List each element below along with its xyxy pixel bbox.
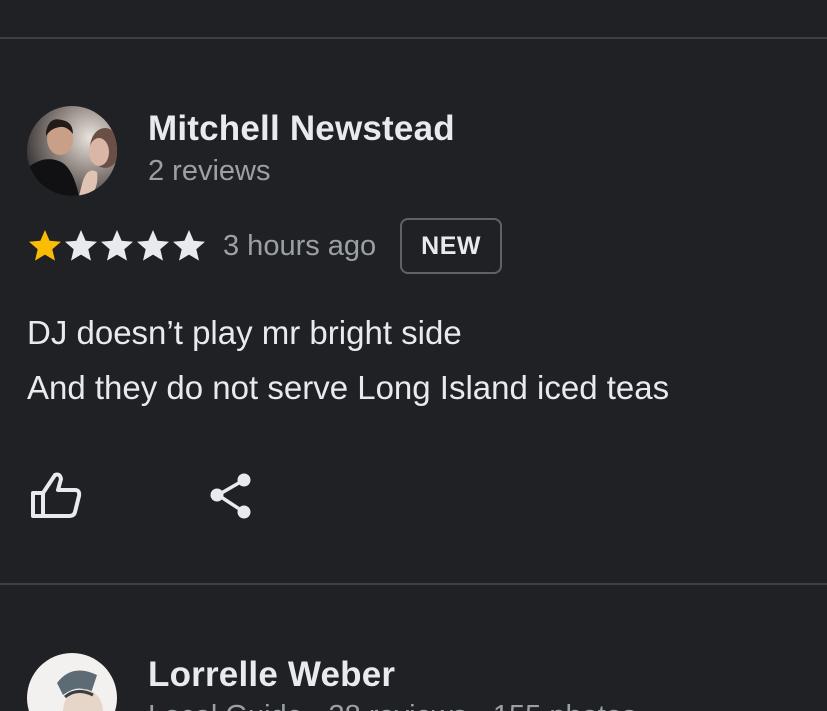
review-text: DJ doesn’t play mr bright side And they … — [27, 305, 669, 415]
avatar-photo — [27, 653, 117, 711]
rating-row: 3 hours ago NEW — [27, 218, 502, 274]
reviewer-avatar[interactable] — [27, 106, 117, 196]
review-text-line: And they do not serve Long Island iced t… — [27, 369, 670, 406]
new-badge: NEW — [400, 218, 502, 274]
star-empty-icon — [101, 230, 133, 261]
share-icon[interactable] — [208, 472, 254, 520]
star-empty-icon — [65, 230, 97, 261]
reviewer-name[interactable]: Mitchell Newstead — [148, 109, 455, 149]
star-filled-icon — [29, 230, 61, 261]
reviewer-avatar[interactable] — [27, 653, 117, 711]
reviewer-name[interactable]: Lorrelle Weber — [148, 655, 395, 695]
star-empty-icon — [137, 230, 169, 261]
review-time: 3 hours ago — [223, 229, 377, 262]
divider-top — [0, 37, 827, 39]
reviewer-meta: Local Guide · 38 reviews · 155 photos — [148, 700, 636, 711]
review-text-line: DJ doesn’t play mr bright side — [27, 314, 462, 351]
star-empty-icon — [173, 230, 205, 261]
reviewer-review-count: 2 reviews — [148, 155, 271, 187]
star-rating — [27, 228, 207, 264]
thumbs-up-icon[interactable] — [29, 471, 83, 519]
divider-between-reviews — [0, 583, 827, 585]
avatar-photo — [27, 106, 117, 196]
